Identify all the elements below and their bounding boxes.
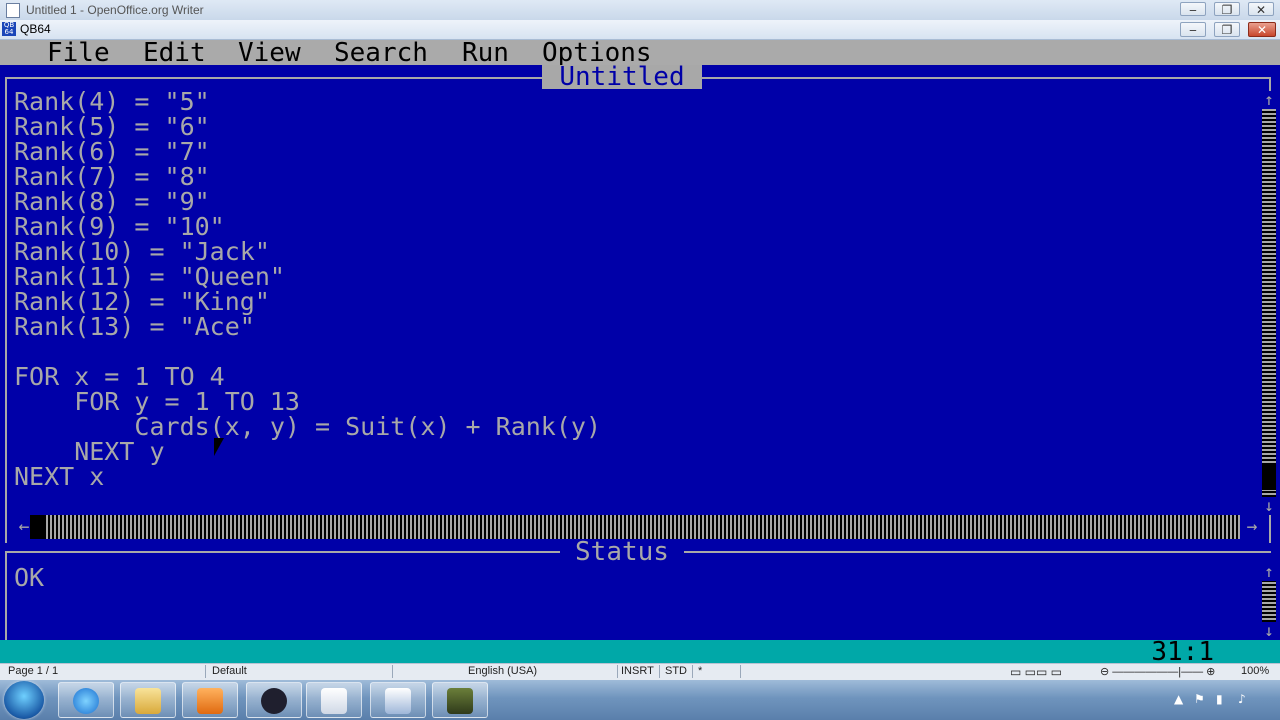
- horizontal-scroll-thumb[interactable]: [30, 515, 44, 539]
- mouse-pointer-icon: [214, 438, 224, 456]
- code-line[interactable]: FOR y = 1 TO 13: [14, 389, 601, 414]
- openoffice-document-icon: [321, 688, 347, 714]
- code-line[interactable]: Rank(4) = "5": [14, 89, 601, 114]
- editor-vertical-scrollbar[interactable]: ↑ ↓: [1262, 91, 1276, 515]
- editor-title: Untitled: [542, 64, 702, 90]
- code-line[interactable]: Rank(7) = "8": [14, 164, 601, 189]
- code-text-area[interactable]: Rank(4) = "5" Rank(5) = "6" Rank(6) = "7…: [14, 89, 601, 489]
- status-title: Status: [560, 539, 684, 565]
- menu-file[interactable]: File: [47, 40, 110, 66]
- menu-edit[interactable]: Edit: [143, 40, 206, 66]
- code-line[interactable]: Rank(9) = "10": [14, 214, 601, 239]
- taskbar-hp-app[interactable]: [246, 682, 302, 718]
- taskbar-writer[interactable]: [370, 682, 426, 718]
- taskbar-internet-explorer[interactable]: [58, 682, 114, 718]
- cursor-position-bar: 31:1: [0, 637, 1280, 667]
- taskbar-qb64[interactable]: [432, 682, 488, 718]
- status-vertical-scrollbar[interactable]: ↑ ↓: [1262, 563, 1276, 640]
- qb64-app-icon: QB 64: [2, 21, 16, 36]
- code-line[interactable]: NEXT x: [14, 464, 601, 489]
- language-indicator[interactable]: English (USA): [468, 665, 537, 677]
- action-center-flag-icon[interactable]: ⚑: [1194, 692, 1205, 706]
- zoom-slider[interactable]: ⊖ ——————|—— ⊕: [1100, 665, 1215, 678]
- internet-explorer-icon: [73, 688, 99, 714]
- volume-icon[interactable]: ♪: [1238, 692, 1246, 706]
- writer-window-title: Untitled 1 - OpenOffice.org Writer: [26, 3, 204, 17]
- scroll-up-arrow-icon[interactable]: ↑: [1262, 91, 1276, 109]
- code-editor[interactable]: Untitled Rank(4) = "5" Rank(5) = "6" Ran…: [5, 64, 1276, 545]
- code-line[interactable]: NEXT y: [14, 439, 601, 464]
- view-layout-icon[interactable]: ▭ ▭▭ ▭: [1010, 665, 1062, 679]
- code-line[interactable]: Rank(5) = "6": [14, 114, 601, 139]
- hp-logo-icon: [261, 688, 287, 714]
- code-line[interactable]: Rank(6) = "7": [14, 139, 601, 164]
- menu-view[interactable]: View: [238, 40, 301, 66]
- vertical-scroll-thumb[interactable]: [1262, 464, 1276, 490]
- network-signal-icon[interactable]: ▮: [1216, 692, 1223, 706]
- code-line[interactable]: Rank(13) = "Ace": [14, 314, 601, 339]
- taskbar-file-explorer[interactable]: [120, 682, 176, 718]
- taskbar: ▲ ⚑ ▮ ♪: [0, 680, 1280, 720]
- writer-window-titlebar: Untitled 1 - OpenOffice.org Writer ‒ ❐ ✕: [0, 0, 1280, 21]
- menu-search[interactable]: Search: [334, 40, 428, 66]
- zoom-level[interactable]: 100%: [1241, 665, 1269, 677]
- writer-status-bar: Page 1 / 1 Default English (USA) INSRT S…: [0, 663, 1280, 680]
- code-line[interactable]: Rank(8) = "9": [14, 189, 601, 214]
- qb64-close-button[interactable]: ✕: [1248, 22, 1276, 37]
- qb64-taskbar-icon: [447, 688, 473, 714]
- qb64-restore-button[interactable]: ❐: [1214, 22, 1240, 37]
- taskbar-media-player[interactable]: [182, 682, 238, 718]
- editor-horizontal-scrollbar[interactable]: ← →: [12, 515, 1264, 539]
- status-scroll-down-arrow-icon[interactable]: ↓: [1262, 622, 1276, 640]
- writer-minimize-button[interactable]: ‒: [1180, 2, 1206, 17]
- media-player-icon: [197, 688, 223, 714]
- code-line[interactable]: FOR x = 1 TO 4: [14, 364, 601, 389]
- code-line[interactable]: [14, 339, 601, 364]
- scroll-down-arrow-icon[interactable]: ↓: [1262, 497, 1276, 515]
- cursor-position: 31:1: [1151, 637, 1214, 667]
- code-line[interactable]: Rank(10) = "Jack": [14, 239, 601, 264]
- start-button-icon[interactable]: [4, 681, 44, 719]
- selection-mode[interactable]: STD: [665, 665, 687, 677]
- page-style[interactable]: Default: [212, 665, 247, 677]
- code-line[interactable]: Rank(11) = "Queen": [14, 264, 601, 289]
- status-frame: [5, 551, 7, 640]
- qb64-window-titlebar: QB 64 QB64 ‒ ❐ ✕: [0, 20, 1280, 40]
- document-modified-indicator: *: [698, 665, 703, 677]
- writer-close-button[interactable]: ✕: [1248, 2, 1274, 17]
- writer-icon: [385, 688, 411, 714]
- qb64-minimize-button[interactable]: ‒: [1180, 22, 1206, 37]
- status-message: OK: [14, 563, 45, 592]
- scroll-right-arrow-icon[interactable]: →: [1240, 515, 1264, 539]
- writer-restore-button[interactable]: ❐: [1214, 2, 1240, 17]
- folder-icon: [135, 688, 161, 714]
- code-line[interactable]: Cards(x, y) = Suit(x) + Rank(y): [14, 414, 601, 439]
- insert-mode[interactable]: INSRT: [621, 665, 654, 677]
- system-tray: ▲ ⚑ ▮ ♪: [1170, 680, 1280, 720]
- menu-run[interactable]: Run: [462, 40, 509, 66]
- taskbar-openoffice[interactable]: [306, 682, 362, 718]
- page-indicator[interactable]: Page 1 / 1: [8, 665, 58, 677]
- status-scroll-up-arrow-icon[interactable]: ↑: [1262, 563, 1276, 581]
- document-icon: [6, 3, 20, 18]
- show-hidden-icons-icon[interactable]: ▲: [1174, 692, 1183, 706]
- qb64-window-title: QB64: [20, 22, 51, 36]
- code-line[interactable]: Rank(12) = "King": [14, 289, 601, 314]
